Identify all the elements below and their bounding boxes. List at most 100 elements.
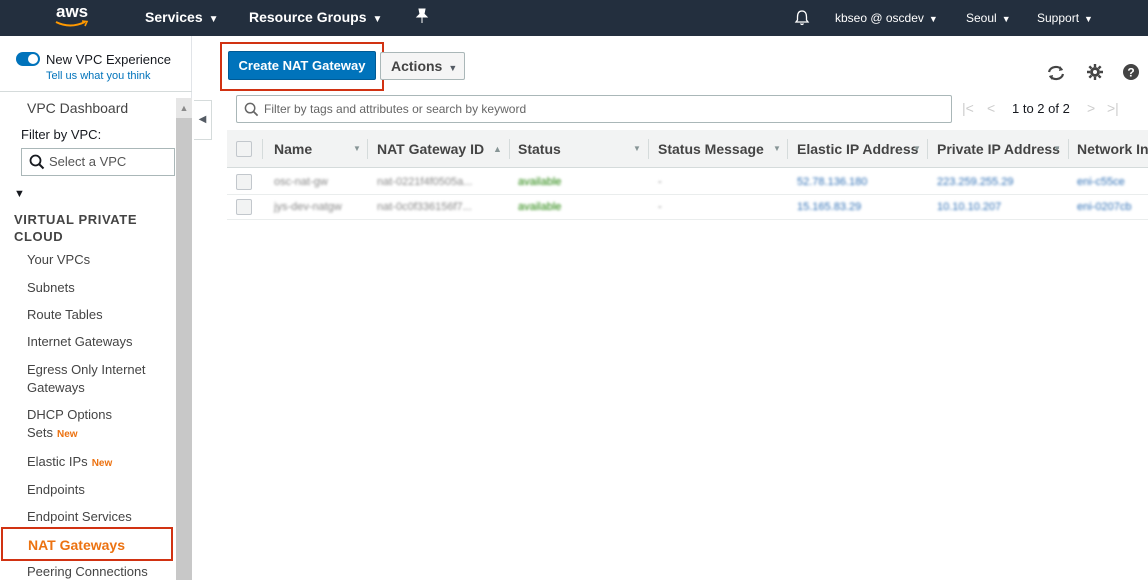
- divider: [0, 91, 192, 92]
- support-menu[interactable]: Support ▼: [1037, 11, 1093, 25]
- resource-groups-label: Resource Groups: [249, 9, 367, 25]
- services-menu[interactable]: Services ▼: [145, 9, 219, 25]
- scroll-up-arrow-icon[interactable]: ▲: [176, 98, 192, 118]
- table-row[interactable]: jys-dev-natgw nat-0c0f336156f7... availa…: [227, 196, 1148, 220]
- account-label: kbseo @ oscdev: [835, 11, 924, 25]
- svg-text:?: ?: [1127, 66, 1134, 80]
- egress-label-line2: Gateways: [27, 380, 85, 395]
- cell-status-message: -: [658, 176, 662, 188]
- refresh-icon[interactable]: [1046, 63, 1066, 83]
- vpc-filter-placeholder: Select a VPC: [49, 154, 127, 169]
- cell-nat-gateway-id[interactable]: nat-0221f4f0505a...: [377, 176, 472, 188]
- sort-caret-icon[interactable]: ▼: [773, 144, 781, 153]
- sidebar-item-vpc-dashboard[interactable]: VPC Dashboard: [27, 99, 128, 117]
- region-label: Seoul: [966, 11, 997, 25]
- dhcp-label-line1: DHCP Options: [27, 407, 113, 422]
- table-header: Name ▼ NAT Gateway ID ▲ Status ▼ Status …: [227, 130, 1148, 168]
- region-menu[interactable]: Seoul ▼: [966, 11, 1011, 25]
- new-vpc-experience-toggle[interactable]: [16, 52, 40, 66]
- first-page-icon[interactable]: |<: [962, 100, 974, 116]
- sidebar-item-subnets[interactable]: Subnets: [27, 279, 75, 297]
- cell-network-interface[interactable]: eni-c55ce: [1077, 176, 1125, 188]
- column-header-elastic-ip-address[interactable]: Elastic IP Address: [797, 141, 918, 157]
- feedback-link[interactable]: Tell us what you think: [46, 70, 151, 82]
- chevron-down-icon: ▼: [448, 63, 458, 73]
- sidebar-item-endpoints[interactable]: Endpoints: [27, 481, 85, 499]
- cell-elastic-ip: 15.165.83.29: [797, 201, 862, 213]
- create-nat-gateway-button[interactable]: Create NAT Gateway: [228, 51, 376, 80]
- filter-search-input[interactable]: Filter by tags and attributes or search …: [236, 95, 952, 123]
- column-header-network-interface[interactable]: Network In: [1077, 141, 1148, 157]
- sort-ascending-icon[interactable]: ▲: [493, 144, 502, 154]
- sidebar-item-peering-connections[interactable]: Peering Connections: [27, 563, 148, 581]
- column-divider: [648, 139, 649, 159]
- column-divider: [787, 139, 788, 159]
- aws-smile-icon: [55, 20, 89, 27]
- row-checkbox[interactable]: [236, 199, 252, 215]
- column-header-private-ip-address[interactable]: Private IP Address: [937, 141, 1060, 157]
- column-divider: [509, 139, 510, 159]
- collapse-sidebar-button[interactable]: ◀: [194, 100, 212, 140]
- services-label: Services: [145, 9, 203, 25]
- column-divider: [262, 139, 263, 159]
- row-checkbox[interactable]: [236, 174, 252, 190]
- resource-groups-menu[interactable]: Resource Groups ▼: [249, 9, 382, 25]
- cell-private-ip: 10.10.10.207: [937, 201, 1002, 213]
- sidebar-item-your-vpcs[interactable]: Your VPCs: [27, 251, 90, 269]
- chevron-down-icon: ▼: [372, 14, 383, 25]
- select-all-checkbox[interactable]: [236, 141, 252, 157]
- chevron-down-icon: ▼: [1084, 14, 1093, 24]
- section-title-virtual-private-cloud: VIRTUAL PRIVATE CLOUD: [14, 212, 138, 244]
- pin-icon[interactable]: [415, 8, 429, 27]
- sidebar-item-internet-gateways[interactable]: Internet Gateways: [27, 333, 133, 351]
- sidebar-item-endpoint-services[interactable]: Endpoint Services: [27, 508, 132, 526]
- help-icon[interactable]: ?: [1121, 63, 1141, 83]
- account-menu[interactable]: kbseo @ oscdev ▼: [835, 11, 938, 25]
- cell-status-message: -: [658, 201, 662, 213]
- cell-name: osc-nat-gw: [274, 176, 328, 188]
- actions-dropdown-button[interactable]: Actions ▼: [380, 52, 465, 80]
- aws-logo-text: aws: [56, 2, 89, 21]
- sidebar-item-dhcp-options-sets[interactable]: DHCP Options Sets New: [27, 406, 112, 444]
- sidebar: New VPC Experience Tell us what you thin…: [0, 36, 192, 580]
- new-badge: New: [57, 429, 78, 440]
- sidebar-scrollbar[interactable]: [176, 98, 192, 580]
- sidebar-item-egress-only-internet-gateways[interactable]: Egress Only Internet Gateways: [27, 361, 146, 397]
- cell-status: available: [518, 176, 562, 188]
- egress-label-line1: Egress Only Internet: [27, 362, 146, 377]
- column-header-status[interactable]: Status: [518, 141, 561, 157]
- bell-icon[interactable]: [794, 9, 810, 29]
- sidebar-item-route-tables[interactable]: Route Tables: [27, 306, 103, 324]
- column-divider: [367, 139, 368, 159]
- sort-caret-icon[interactable]: ▼: [353, 144, 361, 153]
- sort-caret-icon[interactable]: ▼: [1053, 144, 1061, 153]
- top-navigation-bar: aws Services ▼ Resource Groups ▼ kbseo @ o…: [0, 0, 1148, 36]
- settings-gear-icon[interactable]: [1085, 63, 1105, 83]
- aws-logo[interactable]: aws: [54, 2, 94, 32]
- sidebar-item-elastic-ips[interactable]: Elastic IPs New: [27, 453, 112, 473]
- pagination-summary: 1 to 2 of 2: [1012, 101, 1070, 116]
- cell-nat-gateway-id[interactable]: nat-0c0f336156f7...: [377, 201, 472, 213]
- sidebar-item-nat-gateways[interactable]: NAT Gateways: [28, 536, 125, 554]
- column-header-status-message[interactable]: Status Message: [658, 141, 764, 157]
- support-label: Support: [1037, 11, 1080, 25]
- cell-name: jys-dev-natgw: [274, 201, 342, 213]
- sort-caret-icon[interactable]: ▼: [913, 144, 921, 153]
- caret-down-icon[interactable]: ▼: [14, 188, 25, 200]
- column-header-nat-gateway-id[interactable]: NAT Gateway ID: [377, 141, 484, 157]
- column-header-name[interactable]: Name: [274, 141, 312, 157]
- vpc-filter-select[interactable]: Select a VPC: [21, 148, 175, 176]
- chevron-down-icon: ▼: [208, 14, 219, 25]
- cell-elastic-ip: 52.78.136.180: [797, 176, 868, 188]
- next-page-icon[interactable]: >: [1087, 100, 1095, 116]
- column-divider: [1068, 139, 1069, 159]
- previous-page-icon[interactable]: <: [987, 100, 995, 116]
- sort-caret-icon[interactable]: ▼: [633, 144, 641, 153]
- column-divider: [927, 139, 928, 159]
- chevron-down-icon: ▼: [1001, 14, 1011, 24]
- cell-network-interface[interactable]: eni-0207cb: [1077, 201, 1131, 213]
- cell-status: available: [518, 201, 562, 213]
- table-row[interactable]: osc-nat-gw nat-0221f4f0505a... available…: [227, 171, 1148, 195]
- last-page-icon[interactable]: >|: [1107, 100, 1119, 116]
- actions-label: Actions: [391, 58, 443, 74]
